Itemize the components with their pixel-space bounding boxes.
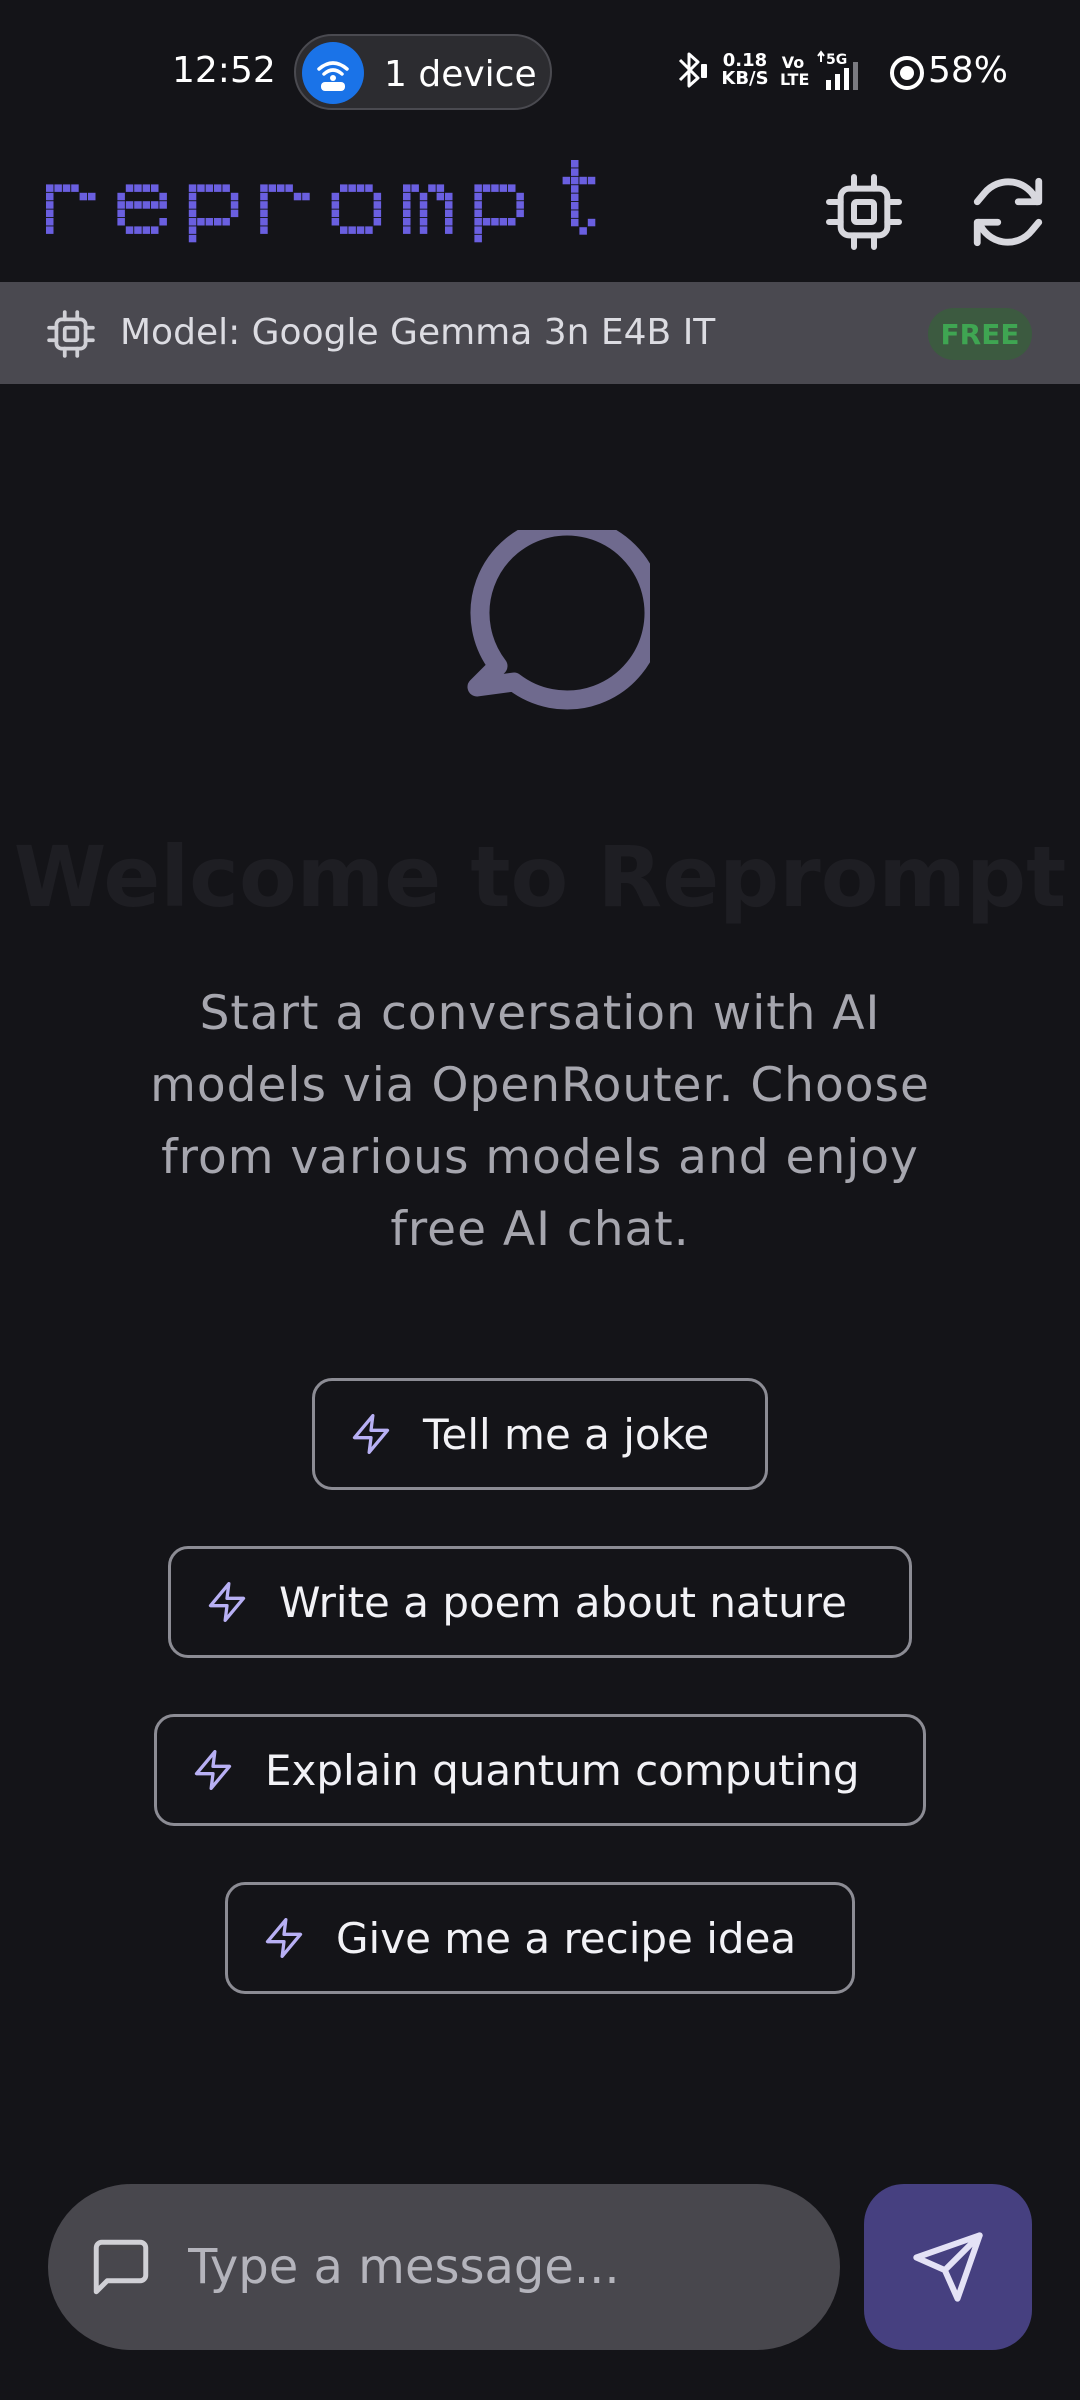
- suggestion-label: Tell me a joke: [423, 1409, 710, 1459]
- suggestion-label: Explain quantum computing: [265, 1745, 860, 1795]
- message-composer[interactable]: [48, 2184, 840, 2350]
- status-time: 12:52: [172, 50, 276, 91]
- network-speed: 0.18 KB/S: [718, 52, 772, 88]
- status-indicators: 0.18 KB/S Vo LTE 5G 58%: [670, 48, 1010, 98]
- volte-top: Vo: [781, 53, 805, 72]
- volte-indicator: Vo LTE: [780, 53, 810, 89]
- model-label: Model: Google Gemma 3n E4B IT: [120, 312, 716, 353]
- cpu-chip-icon: [826, 174, 902, 250]
- lightning-icon: [262, 1914, 306, 1962]
- suggestion-poem-nature[interactable]: Write a poem about nature: [168, 1546, 912, 1658]
- free-badge: FREE: [928, 308, 1032, 360]
- volte-bottom: LTE: [780, 70, 810, 89]
- send-icon: [913, 2232, 983, 2302]
- hotspot-pill[interactable]: 1 device: [294, 34, 552, 110]
- welcome-title: Welcome to Reprompt: [13, 828, 1067, 926]
- refresh-icon: [973, 177, 1043, 247]
- message-input[interactable]: [188, 2220, 808, 2314]
- message-square-icon: [93, 2239, 149, 2295]
- chat-bubble-icon: [467, 530, 650, 710]
- app-logo: [46, 160, 596, 243]
- welcome-subtitle: Start a conversation with AI models via …: [150, 986, 930, 1257]
- hotspot-label: 1 device: [384, 54, 537, 95]
- network-speed-unit: KB/S: [721, 68, 769, 89]
- suggestion-tell-joke[interactable]: Tell me a joke: [312, 1378, 768, 1490]
- suggestion-label: Give me a recipe idea: [336, 1913, 797, 1963]
- suggestion-recipe-idea[interactable]: Give me a recipe idea: [225, 1882, 855, 1994]
- suggestion-quantum-computing[interactable]: Explain quantum computing: [154, 1714, 926, 1826]
- lightning-icon: [205, 1578, 249, 1626]
- suggestion-label: Write a poem about nature: [279, 1577, 847, 1627]
- app-header: [0, 140, 1080, 282]
- model-select-button[interactable]: [816, 164, 912, 260]
- svg-text:5G: 5G: [826, 52, 847, 68]
- lightning-icon: [191, 1746, 235, 1794]
- send-button[interactable]: [864, 2184, 1032, 2350]
- battery-level: 58%: [928, 50, 1009, 91]
- refresh-button[interactable]: [960, 164, 1056, 260]
- signal-icon: 5G: [816, 50, 880, 98]
- battery-saver-icon: [890, 56, 924, 90]
- model-bar[interactable]: Model: Google Gemma 3n E4B IT FREE: [0, 282, 1080, 384]
- lightning-icon: [349, 1410, 393, 1458]
- wifi-hotspot-icon: [302, 42, 364, 104]
- bluetooth-icon: [678, 52, 707, 88]
- cpu-chip-icon: [47, 310, 95, 358]
- status-bar: 12:52 1 device 0.18 KB/S Vo LTE 5G 58%: [0, 0, 1080, 140]
